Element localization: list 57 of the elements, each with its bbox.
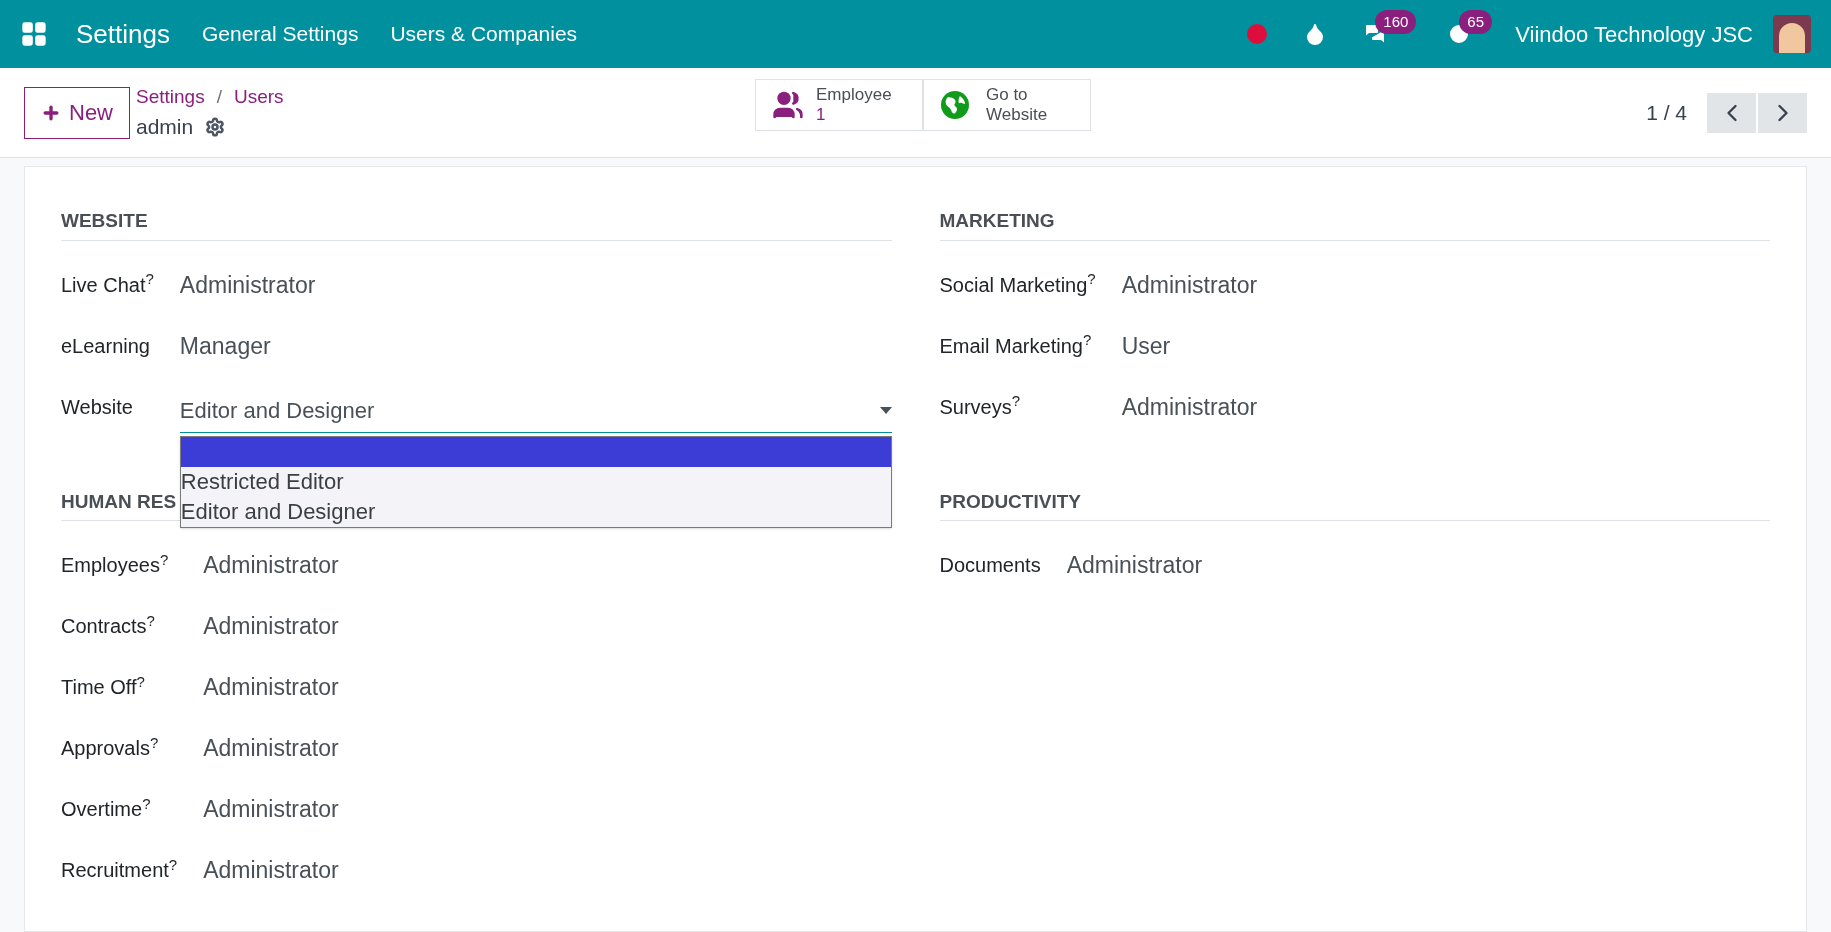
field-label: Employees$^{?}$ xyxy=(61,549,170,578)
field-label: Contracts$^{?}$ xyxy=(61,610,156,639)
field-value: Manager xyxy=(179,331,272,361)
menu-item[interactable]: General Settings xyxy=(201,18,359,50)
field-label: Live Chat$^{?}$ xyxy=(61,269,154,298)
people-icon xyxy=(772,89,804,121)
field-value: Administrator xyxy=(203,673,340,702)
field-label: Documents xyxy=(939,553,1041,578)
field-value: Administrator xyxy=(203,795,340,824)
dropdown-option[interactable]: Editor and Designer xyxy=(180,496,891,527)
user-avatar[interactable] xyxy=(1773,15,1811,53)
caret-icon xyxy=(879,407,892,414)
field-value: Administrator xyxy=(1121,270,1259,300)
section-heading: PRODUCTIVITY xyxy=(939,490,1081,512)
select-field[interactable]: Editor and Designer xyxy=(179,389,892,433)
new-button[interactable]: New xyxy=(24,86,130,139)
section-heading: MARKETING xyxy=(939,210,1055,231)
field-label: Time Off$^{?}$ xyxy=(61,671,146,700)
gear-icon[interactable] xyxy=(205,116,226,137)
breadcrumb-separator: / xyxy=(216,84,222,109)
button-label: Go to Website xyxy=(986,85,1049,125)
field-label: Email Marketing$^{?}$ xyxy=(939,330,1093,359)
field-value: Administrator xyxy=(179,270,317,300)
field-value: Administrator xyxy=(203,551,340,580)
breadcrumb-link[interactable]: Settings xyxy=(136,82,205,111)
app-title[interactable]: Settings xyxy=(76,14,170,54)
pager-value: 1 / 4 xyxy=(1646,99,1687,126)
go-to-website-button[interactable]: Go to Website xyxy=(923,79,1091,131)
field-value: Administrator xyxy=(203,612,340,641)
field-label: Website xyxy=(61,394,134,420)
button-count: 1 xyxy=(816,105,827,125)
section-heading: WEBSITE xyxy=(61,210,148,231)
field-value: Administrator xyxy=(1121,392,1259,422)
next-button[interactable] xyxy=(1758,92,1807,133)
breadcrumb-link[interactable]: Users xyxy=(233,82,284,111)
field-label: eLearning xyxy=(61,333,151,359)
section-heading: HUMAN RES xyxy=(61,490,177,512)
field-label: Surveys$^{?}$ xyxy=(939,391,1022,420)
field-label: Approvals$^{?}$ xyxy=(61,732,160,761)
button-label: Employee xyxy=(816,85,892,105)
field-value: Administrator xyxy=(203,734,340,763)
previous-button[interactable] xyxy=(1707,92,1756,133)
field-value: Administrator xyxy=(1066,551,1204,580)
globe-icon xyxy=(940,90,970,120)
field-label: Social Marketing$^{?}$ xyxy=(939,269,1096,298)
apps-menu-icon[interactable] xyxy=(20,20,48,48)
field-value: User xyxy=(1121,331,1172,361)
menu-item[interactable]: Users & Companies xyxy=(390,18,578,50)
field-label: Recruitment$^{?}$ xyxy=(61,854,178,883)
field-value: Administrator xyxy=(203,856,340,885)
count-badge: 65 xyxy=(1459,10,1492,34)
record-name: admin xyxy=(136,114,194,140)
dropdown-option[interactable]: Restricted Editor xyxy=(180,466,891,497)
count-badge: 160 xyxy=(1375,10,1417,34)
employee-button[interactable]: Employee 1 xyxy=(755,79,923,131)
company-name[interactable]: Viindoo Technology JSC xyxy=(1515,17,1753,51)
field-label: Overtime$^{?}$ xyxy=(61,793,152,822)
